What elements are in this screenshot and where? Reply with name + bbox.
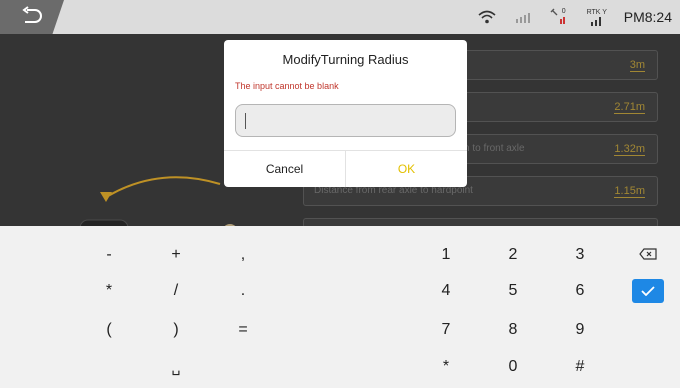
backspace-key[interactable] — [632, 242, 664, 266]
rtk-sub: Y — [602, 8, 607, 16]
signal-icon — [512, 6, 534, 28]
key[interactable]: 6 — [550, 274, 610, 308]
key[interactable]: 8 — [483, 313, 543, 347]
modify-turning-radius-dialog: ModifyTurning Radius The input cannot be… — [224, 40, 467, 187]
status-bar: 0 RTK Y PM8:24 — [0, 0, 680, 34]
key[interactable]: = — [213, 313, 273, 347]
key[interactable]: ( — [79, 313, 139, 347]
wifi-icon — [476, 6, 498, 28]
error-message: The input cannot be blank — [235, 81, 339, 91]
key[interactable]: 0 — [483, 350, 543, 384]
space-key[interactable]: ␣ — [146, 350, 206, 384]
key[interactable]: ) — [146, 313, 206, 347]
text-caret — [245, 113, 246, 129]
rtk-icon: RTK Y — [584, 6, 610, 28]
key[interactable]: , — [213, 238, 273, 272]
backspace-icon — [639, 248, 657, 260]
key[interactable]: 2 — [483, 238, 543, 272]
key[interactable]: * — [416, 350, 476, 384]
rtk-label: RTK — [586, 8, 601, 16]
key[interactable]: 1 — [416, 238, 476, 272]
dialog-actions: Cancel OK — [224, 150, 467, 187]
key[interactable]: 4 — [416, 274, 476, 308]
key[interactable]: * — [79, 274, 139, 308]
key[interactable]: 7 — [416, 313, 476, 347]
numeric-keyboard: - + , 1 2 3 * / . 4 5 6 ( ) = 7 8 9 ␣ * … — [0, 226, 680, 388]
key[interactable]: / — [146, 274, 206, 308]
key[interactable]: + — [146, 238, 206, 272]
back-icon[interactable] — [20, 6, 44, 28]
enter-key[interactable] — [632, 279, 664, 303]
checkmark-icon — [641, 286, 655, 296]
satellite-count: 0 — [561, 8, 566, 15]
key[interactable]: 3 — [550, 238, 610, 272]
clock: PM8:24 — [623, 9, 672, 25]
key[interactable]: . — [213, 274, 273, 308]
status-icons: 0 RTK Y PM8:24 — [476, 0, 672, 34]
ok-button[interactable]: OK — [346, 151, 467, 187]
key[interactable]: 9 — [550, 313, 610, 347]
key[interactable]: 5 — [483, 274, 543, 308]
key[interactable]: - — [79, 238, 139, 272]
cancel-button[interactable]: Cancel — [224, 151, 346, 187]
turning-radius-input[interactable] — [235, 104, 456, 137]
dialog-title: ModifyTurning Radius — [282, 52, 409, 67]
satellite-icon: 0 — [548, 6, 570, 28]
key[interactable]: # — [550, 350, 610, 384]
